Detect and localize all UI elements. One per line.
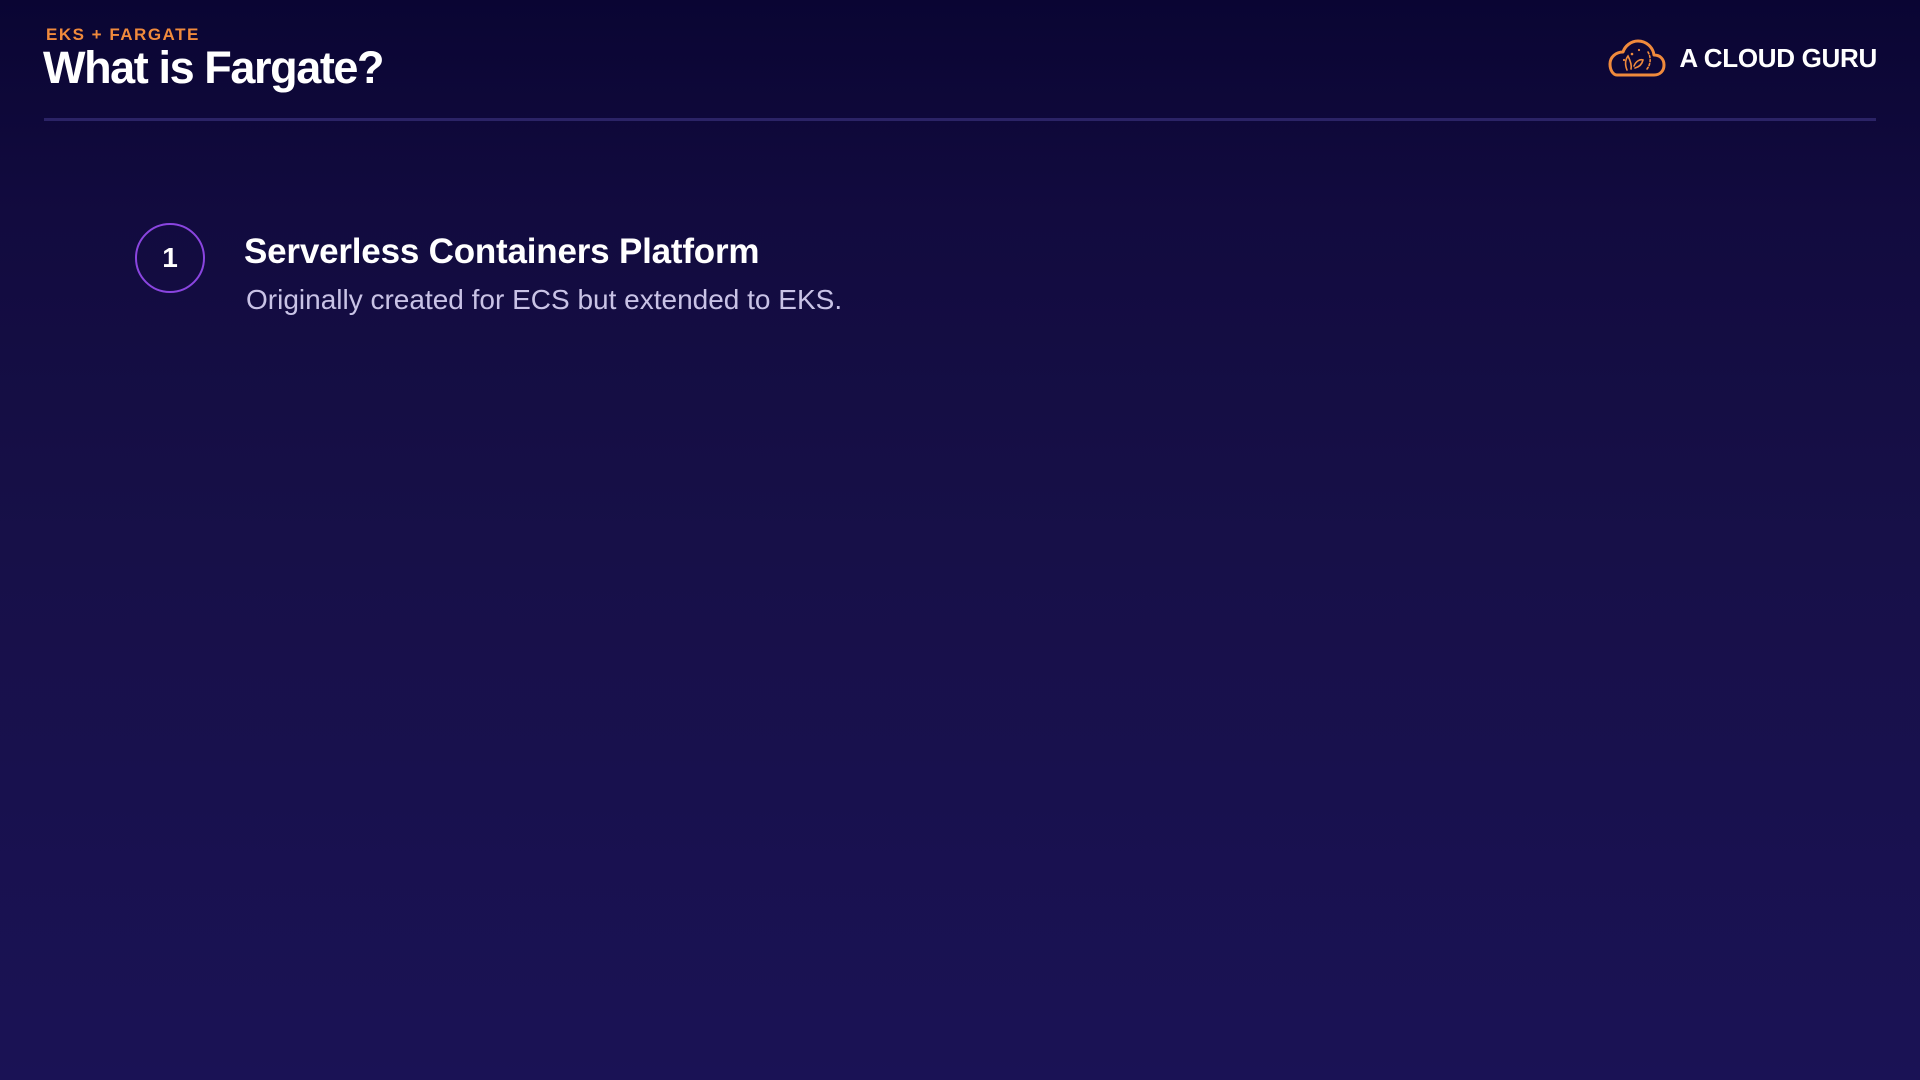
point-number-badge: 1 — [135, 223, 205, 293]
brand: A CLOUD GURU — [1603, 36, 1877, 80]
brand-name: A CLOUD GURU — [1679, 42, 1877, 73]
page-title: What is Fargate? — [43, 42, 385, 93]
point-description: Originally created for ECS but extended … — [246, 284, 843, 315]
point-title: Serverless Containers Platform — [244, 232, 760, 271]
slide: EKS + FARGATE What is Fargate? A CLOUD G… — [0, 0, 1920, 1080]
header-divider — [44, 118, 1876, 121]
cloud-logo-icon — [1608, 39, 1666, 77]
